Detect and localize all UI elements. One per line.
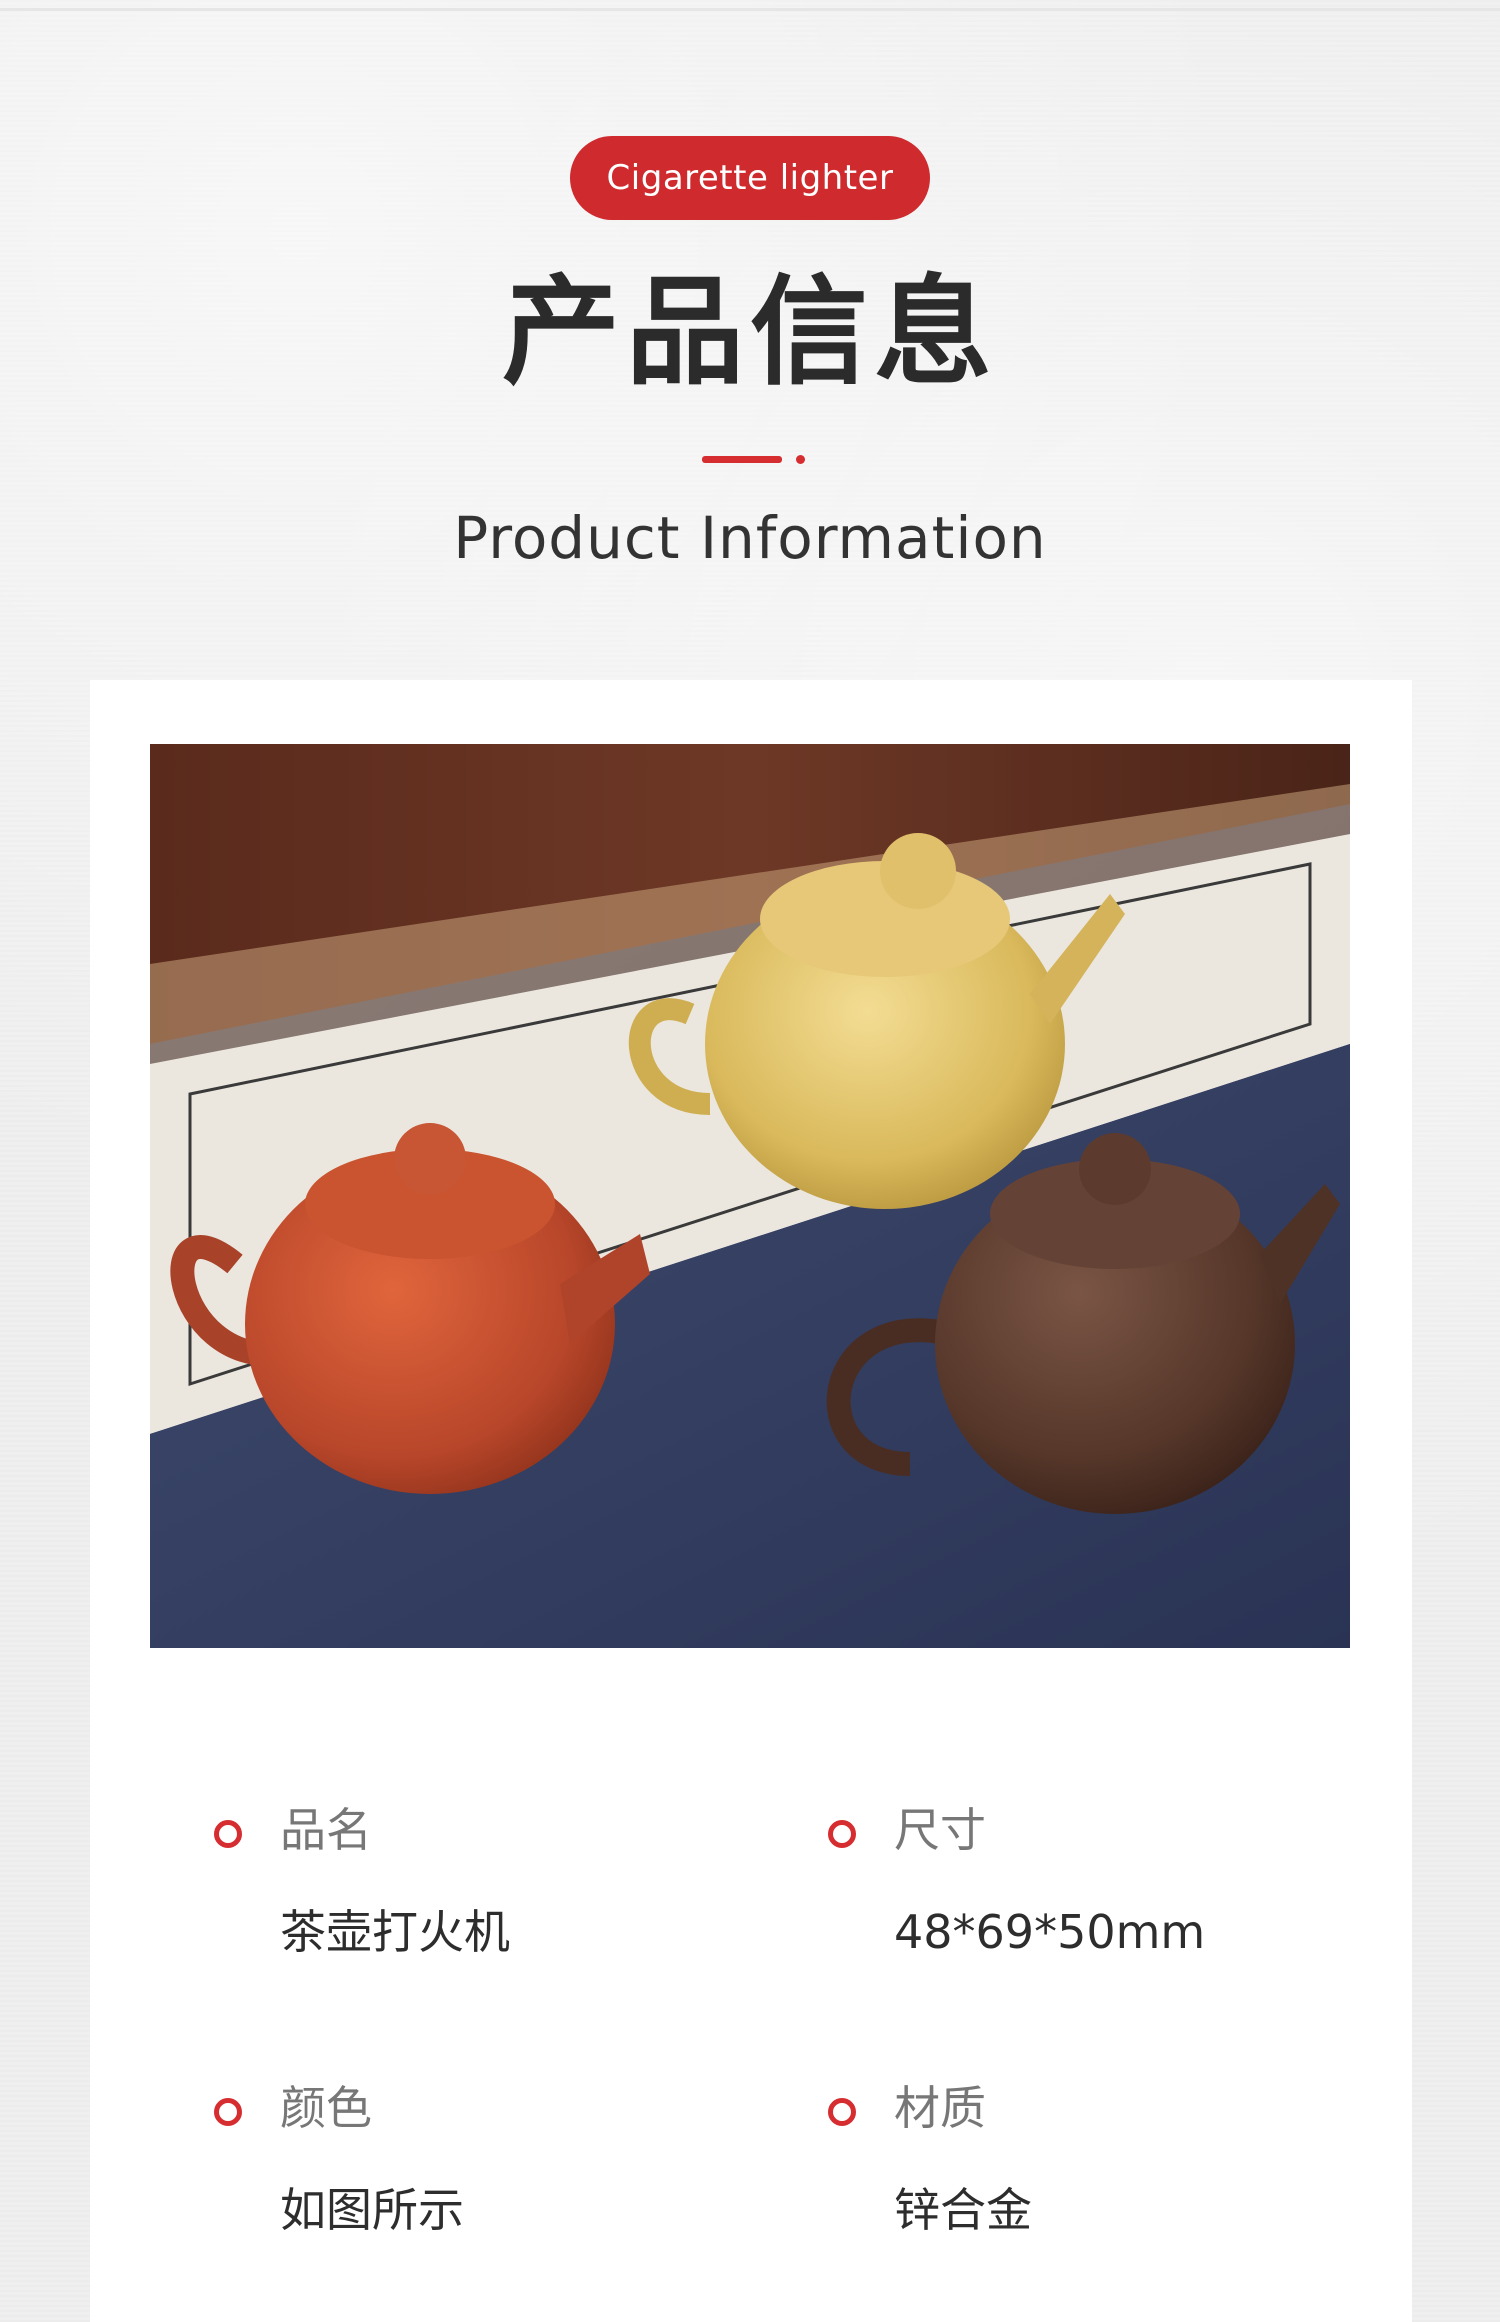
spec-label: 颜色 <box>280 2081 372 2135</box>
accent-line <box>702 456 782 463</box>
teapot-lighters-photo <box>150 744 1350 1648</box>
spec-label: 品名 <box>280 1803 372 1857</box>
bullet-ring-icon <box>828 1820 856 1848</box>
spec-value: 48*69*50mm <box>894 1905 1206 1959</box>
bullet-ring-icon <box>828 2098 856 2126</box>
section-title-en: Product Information <box>453 504 1047 572</box>
spec-value: 锌合金 <box>894 2183 1032 2237</box>
top-divider <box>0 8 1500 11</box>
spec-value: 如图所示 <box>280 2183 464 2237</box>
category-tag: Cigarette lighter <box>570 136 930 220</box>
accent-dot <box>796 455 805 464</box>
spec-value: 茶壶打火机 <box>280 1905 510 1959</box>
spec-label: 材质 <box>894 2081 986 2135</box>
bullet-ring-icon <box>214 1820 242 1848</box>
product-photo <box>150 744 1350 1648</box>
bullet-ring-icon <box>214 2098 242 2126</box>
section-title-cn: 产品信息 <box>501 263 998 401</box>
spec-label: 尺寸 <box>894 1803 986 1857</box>
